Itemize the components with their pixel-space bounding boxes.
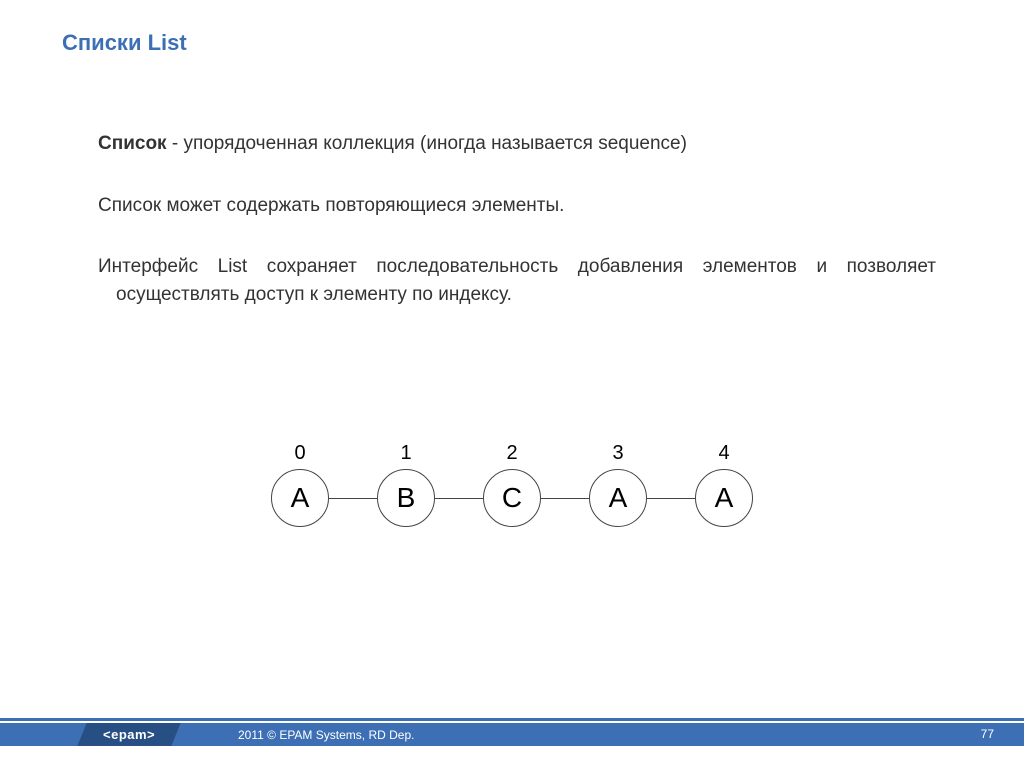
footer: <epam> 2011 © EPAM Systems, RD Dep. 77 [0, 718, 1024, 746]
list-node: 4 A [695, 442, 753, 527]
slide: Списки List Список - упорядоченная колле… [0, 0, 1024, 768]
paragraph-2: Список может содержать повторяющиеся эле… [98, 192, 936, 220]
node-index: 0 [294, 442, 305, 465]
footer-bar: <epam> 2011 © EPAM Systems, RD Dep. 77 [0, 723, 1024, 746]
node-link [541, 498, 589, 500]
node-index: 3 [612, 442, 623, 465]
footer-accent-bar [0, 718, 1024, 721]
epam-logo: <epam> [77, 723, 180, 746]
copyright-text: 2011 © EPAM Systems, RD Dep. [238, 728, 414, 742]
list-node: 2 C [483, 442, 541, 527]
list-diagram: 0 A 1 B 2 C 3 A 4 A [0, 442, 1024, 527]
paragraph-3: Интерфейс List сохраняет последовательно… [98, 253, 936, 308]
node-circle: B [377, 469, 435, 527]
paragraph-1-rest: - упорядоченная коллекция (иногда называ… [167, 133, 687, 154]
node-link [647, 498, 695, 500]
node-link [435, 498, 483, 500]
page-number: 77 [981, 723, 994, 746]
node-circle: C [483, 469, 541, 527]
list-node: 0 A [271, 442, 329, 527]
slide-body: Список - упорядоченная коллекция (иногда… [98, 130, 936, 308]
paragraph-1-lead: Список [98, 133, 167, 154]
node-index: 2 [506, 442, 517, 465]
node-circle: A [695, 469, 753, 527]
slide-title: Списки List [62, 30, 187, 56]
node-chain: 0 A 1 B 2 C 3 A 4 A [271, 442, 753, 527]
list-node: 3 A [589, 442, 647, 527]
node-circle: A [271, 469, 329, 527]
node-circle: A [589, 469, 647, 527]
paragraph-1: Список - упорядоченная коллекция (иногда… [98, 130, 936, 158]
list-node: 1 B [377, 442, 435, 527]
node-index: 4 [718, 442, 729, 465]
node-index: 1 [400, 442, 411, 465]
epam-logo-text: <epam> [103, 727, 155, 742]
node-link [329, 498, 377, 500]
